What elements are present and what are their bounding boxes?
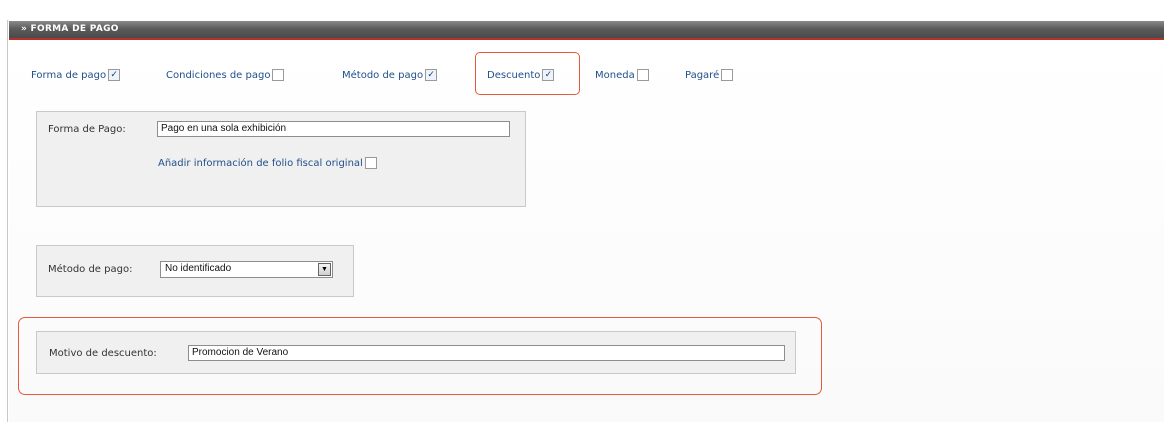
option-label: Pagaré [685,69,720,81]
option-forma-de-pago[interactable]: Forma de pago ✓ [31,67,121,83]
option-condiciones-de-pago[interactable]: Condiciones de pago [166,67,285,83]
folio-fiscal-option[interactable]: Añadir información de folio fiscal origi… [158,157,377,169]
metodo-pago-selected: No identificado [165,263,232,274]
section-header[interactable]: » FORMA DE PAGO [9,21,1164,40]
checkbox-condiciones-de-pago[interactable] [272,69,285,81]
checkbox-moneda[interactable] [636,69,649,81]
metodo-pago-select[interactable]: No identificado ▼ [160,261,333,278]
option-label: Moneda [595,69,635,81]
descuento-highlight-box [475,52,580,95]
checkbox-metodo-de-pago[interactable]: ✓ [425,69,438,81]
motivo-descuento-input[interactable]: Promocion de Verano [188,345,785,361]
metodo-pago-label: Método de pago: [48,264,133,275]
option-label: Método de pago [342,69,424,81]
checkbox-forma-de-pago[interactable]: ✓ [108,69,121,81]
forma-pago-label: Forma de Pago: [48,124,126,135]
checkbox-pagare[interactable] [721,69,734,81]
option-label: Forma de pago [31,69,107,81]
option-label: Condiciones de pago [166,69,271,81]
folio-fiscal-checkbox[interactable] [364,157,377,169]
dropdown-arrow-icon[interactable]: ▼ [318,263,331,276]
option-metodo-de-pago[interactable]: Método de pago ✓ [342,67,438,83]
option-moneda[interactable]: Moneda [595,67,649,83]
forma-pago-input[interactable]: Pago en una sola exhibición [157,121,510,137]
section-title: » FORMA DE PAGO [21,24,119,34]
folio-fiscal-label: Añadir información de folio fiscal origi… [158,157,363,169]
option-pagare[interactable]: Pagaré [685,67,734,83]
motivo-descuento-label: Motivo de descuento: [49,348,157,359]
